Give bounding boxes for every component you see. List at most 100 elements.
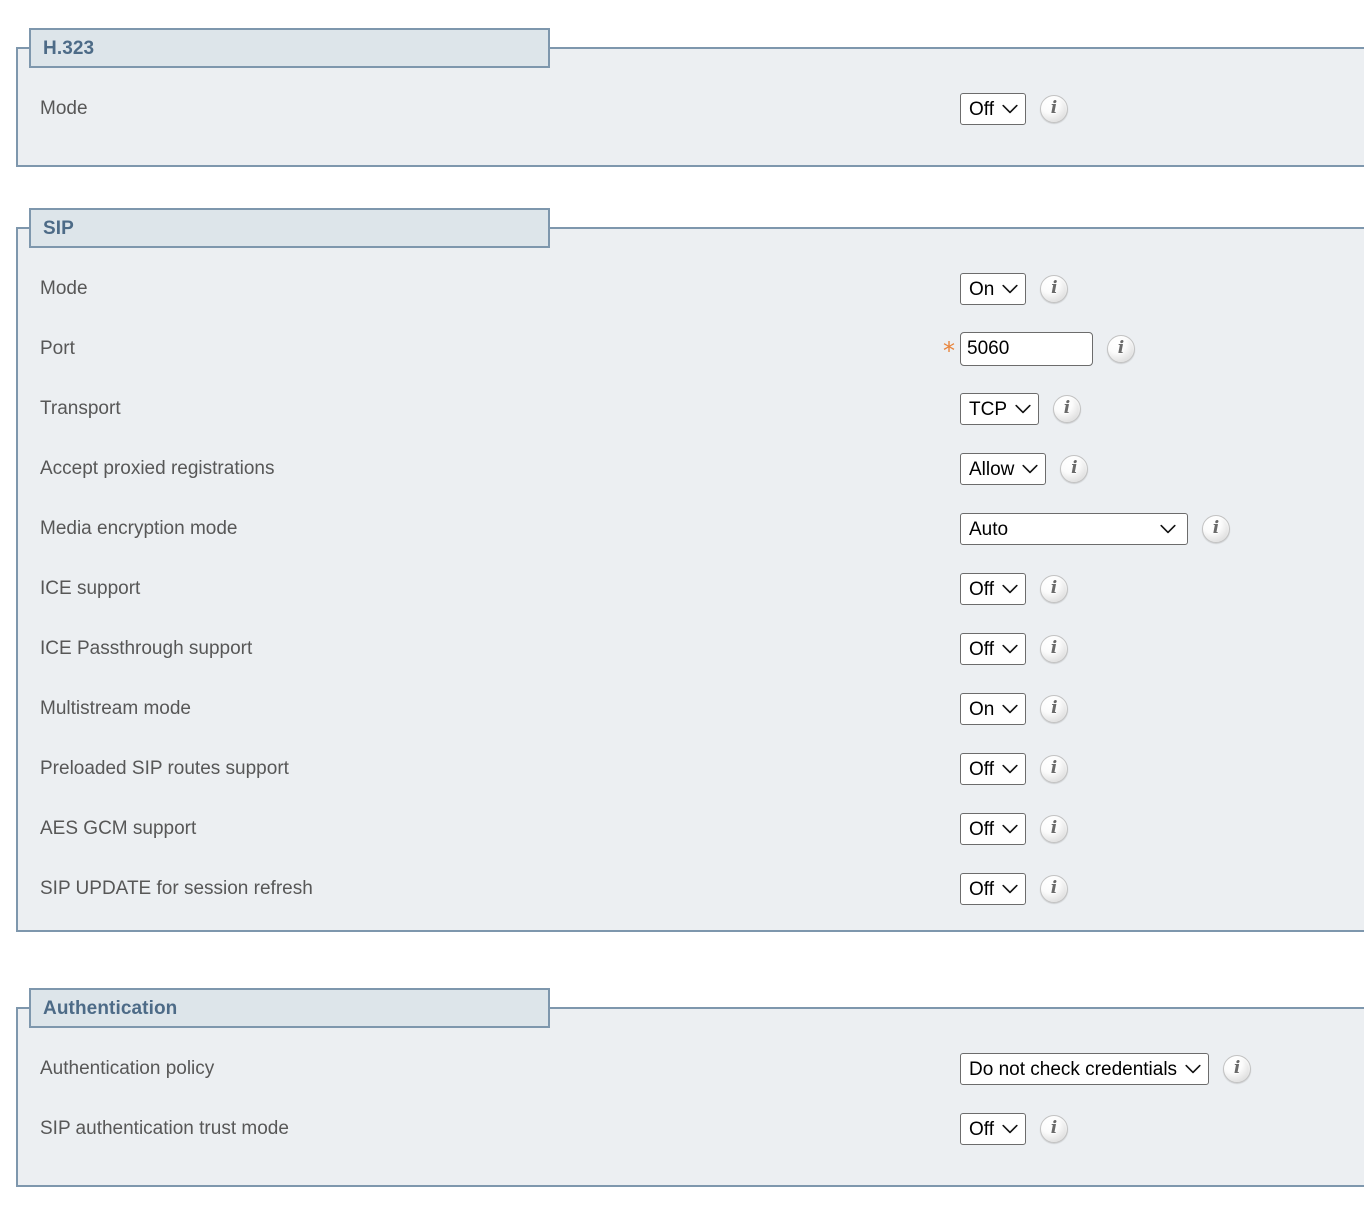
info-icon-glyph: i bbox=[1050, 757, 1058, 778]
info-icon-glyph: i bbox=[1050, 877, 1058, 898]
info-icon[interactable]: i bbox=[1060, 455, 1089, 483]
info-icon[interactable]: i bbox=[1040, 575, 1068, 603]
info-icon[interactable]: i bbox=[1223, 1055, 1252, 1083]
select-value: Off bbox=[969, 98, 994, 120]
setting-row: Mode Off i bbox=[18, 79, 1364, 139]
setting-control: Auto i bbox=[938, 513, 1230, 545]
setting-label: AES GCM support bbox=[40, 818, 197, 839]
select-value: TCP bbox=[969, 398, 1007, 420]
info-icon-glyph: i bbox=[1071, 457, 1078, 478]
chevron-down-icon bbox=[1185, 1064, 1201, 1074]
select-value: Off bbox=[969, 1118, 994, 1140]
chevron-down-icon bbox=[1002, 764, 1018, 774]
section-body: Authentication policy Do not check creden… bbox=[18, 1009, 1364, 1169]
select-sip-authentication-trust-mode[interactable]: Off bbox=[960, 1113, 1026, 1145]
setting-row: Accept proxied registrations Allow i bbox=[18, 439, 1364, 499]
select-preloaded-sip-routes-support[interactable]: Off bbox=[960, 753, 1026, 785]
info-icon-glyph: i bbox=[1212, 517, 1220, 538]
section-authentication: Authentication Authentication policy Do no… bbox=[16, 988, 1364, 1187]
setting-control: On i bbox=[938, 273, 1069, 305]
section-legend: Authentication bbox=[29, 988, 550, 1028]
setting-label: Transport bbox=[40, 398, 121, 419]
select-ice-passthrough-support[interactable]: Off bbox=[960, 633, 1026, 665]
setting-row: AES GCM support Off i bbox=[18, 799, 1364, 859]
info-icon[interactable]: i bbox=[1040, 1115, 1068, 1143]
setting-control: *i bbox=[938, 332, 1135, 366]
info-icon[interactable]: i bbox=[1107, 335, 1135, 363]
select-value: On bbox=[969, 278, 995, 300]
info-icon[interactable]: i bbox=[1040, 875, 1068, 903]
select-value: Off bbox=[969, 578, 994, 600]
info-icon[interactable]: i bbox=[1040, 275, 1069, 303]
setting-control: Off i bbox=[938, 93, 1068, 125]
chevron-down-icon bbox=[1022, 464, 1039, 474]
select-value: Off bbox=[969, 638, 994, 660]
section-title: SIP bbox=[43, 217, 74, 239]
info-icon-glyph: i bbox=[1050, 97, 1058, 118]
chevron-down-icon bbox=[1002, 704, 1018, 714]
section-legend: SIP bbox=[29, 208, 550, 248]
setting-label: Port bbox=[40, 338, 75, 359]
setting-control: Off i bbox=[938, 1113, 1068, 1145]
info-icon[interactable]: i bbox=[1053, 395, 1081, 423]
select-authentication-policy[interactable]: Do not check credentials bbox=[960, 1053, 1210, 1085]
select-media-encryption-mode[interactable]: Auto bbox=[960, 513, 1188, 545]
setting-label: Authentication policy bbox=[40, 1058, 215, 1079]
required-marker: * bbox=[943, 337, 955, 365]
setting-label: Mode bbox=[40, 278, 88, 299]
setting-control: Do not check credentials i bbox=[938, 1053, 1252, 1085]
setting-control: Allow i bbox=[938, 453, 1089, 485]
chevron-down-icon bbox=[1015, 404, 1031, 414]
settings-page: H.323ModeOffiSIPModeOniPort*iTransportTC… bbox=[0, 0, 1364, 1216]
select-mode[interactable]: Off bbox=[960, 93, 1026, 125]
setting-control: On i bbox=[938, 693, 1069, 725]
info-icon[interactable]: i bbox=[1040, 95, 1068, 123]
setting-control: Off i bbox=[938, 633, 1068, 665]
section-h-323: H.323 Mode Off i bbox=[16, 28, 1364, 167]
select-accept-proxied-registrations[interactable]: Allow bbox=[960, 453, 1047, 485]
info-icon[interactable]: i bbox=[1202, 515, 1230, 543]
select-multistream-mode[interactable]: On bbox=[960, 693, 1027, 725]
section-body: ModeOniPort*iTransportTCPiAccept proxied… bbox=[18, 229, 1364, 929]
info-icon-glyph: i bbox=[1233, 1057, 1241, 1078]
info-icon-glyph: i bbox=[1050, 1117, 1058, 1138]
setting-control: Off i bbox=[938, 873, 1068, 905]
select-ice-support[interactable]: Off bbox=[960, 573, 1026, 605]
select-aes-gcm-support[interactable]: Off bbox=[960, 813, 1026, 845]
setting-label: ICE support bbox=[40, 578, 141, 599]
setting-row: Authentication policy Do not check creden… bbox=[18, 1039, 1364, 1099]
info-icon[interactable]: i bbox=[1040, 815, 1068, 843]
select-value: Auto bbox=[969, 518, 1009, 540]
select-sip-update-for-session-refresh[interactable]: Off bbox=[960, 873, 1026, 905]
setting-row: SIP authentication trust mode Off i bbox=[18, 1099, 1364, 1159]
info-icon[interactable]: i bbox=[1040, 695, 1069, 723]
select-value: Off bbox=[969, 758, 994, 780]
setting-label: Multistream mode bbox=[40, 698, 191, 719]
section-sip: SIPModeOniPort*iTransportTCPiAccept prox… bbox=[16, 208, 1364, 932]
chevron-down-icon bbox=[1002, 284, 1018, 294]
info-icon[interactable]: i bbox=[1040, 755, 1068, 783]
setting-label: SIP authentication trust mode bbox=[40, 1118, 289, 1139]
select-mode[interactable]: On bbox=[960, 273, 1027, 305]
select-value: Off bbox=[969, 878, 994, 900]
info-icon[interactable]: i bbox=[1040, 635, 1068, 663]
section-title: H.323 bbox=[43, 37, 95, 59]
setting-row: Media encryption mode Auto i bbox=[18, 499, 1364, 559]
section-title: Authentication bbox=[43, 997, 178, 1019]
setting-control: TCP i bbox=[938, 393, 1081, 425]
setting-control: Off i bbox=[938, 813, 1068, 845]
setting-row: Port*i bbox=[18, 319, 1364, 379]
info-icon-glyph: i bbox=[1050, 637, 1058, 658]
input-port[interactable] bbox=[960, 332, 1093, 366]
chevron-down-icon bbox=[1002, 644, 1018, 654]
setting-control: Off i bbox=[938, 753, 1068, 785]
info-icon-glyph: i bbox=[1051, 277, 1058, 298]
select-transport[interactable]: TCP bbox=[960, 393, 1039, 425]
setting-row: Mode On i bbox=[18, 259, 1364, 319]
select-value: Off bbox=[969, 818, 994, 840]
info-icon-glyph: i bbox=[1051, 697, 1058, 718]
setting-row: ICE support Off i bbox=[18, 559, 1364, 619]
setting-label: Media encryption mode bbox=[40, 518, 238, 539]
select-value: On bbox=[969, 698, 995, 720]
chevron-down-icon bbox=[1002, 824, 1018, 834]
